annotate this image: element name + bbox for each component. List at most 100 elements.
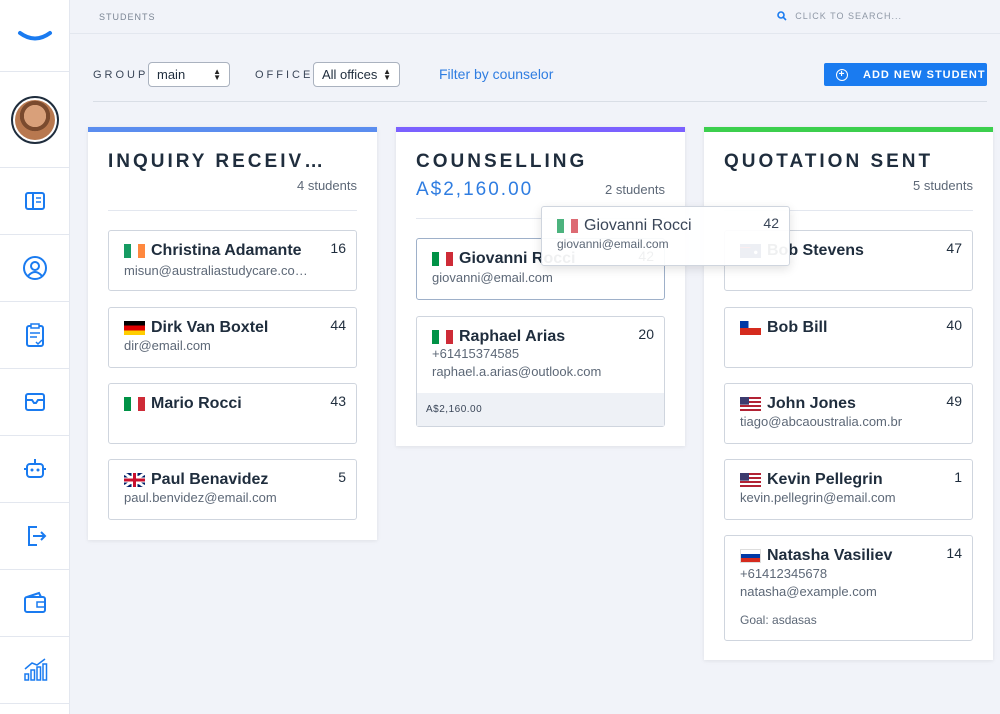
- student-number: 1: [954, 469, 962, 485]
- column-amount: A$2,160.00: [416, 179, 534, 200]
- office-select-value: All offices: [322, 67, 378, 82]
- plus-circle-icon: +: [836, 68, 848, 81]
- student-email: raphael.a.arias@outlook.com: [432, 364, 602, 379]
- clipboard-check-icon: [25, 323, 44, 347]
- student-name: Christina Adamante: [124, 242, 302, 260]
- column-divider: [108, 210, 357, 211]
- student-card[interactable]: Raphael Arias 20 +61415374585 raphael.a.…: [416, 316, 665, 427]
- wallet-icon: [23, 591, 46, 613]
- search-input[interactable]: CLICK TO SEARCH...: [795, 11, 902, 21]
- student-name: Natasha Vasiliev: [740, 547, 892, 565]
- column-color-bar: [704, 127, 993, 132]
- student-card[interactable]: Natasha Vasiliev 14 +61412345678 natasha…: [724, 535, 973, 641]
- student-card[interactable]: Kevin Pellegrin 1 kevin.pellegrin@email.…: [724, 459, 973, 520]
- russia-flag-icon: [740, 549, 761, 563]
- sidebar: [0, 0, 70, 714]
- column-title: COUNSELLING: [416, 151, 588, 172]
- add-new-student-label: ADD NEW STUDENT: [863, 68, 986, 81]
- student-number: 16: [330, 240, 346, 256]
- column-title: QUOTATION SENT: [724, 151, 934, 172]
- student-name: Mario Rocci: [124, 395, 242, 413]
- student-card[interactable]: Mario Rocci 43: [108, 383, 357, 444]
- filter-bar: GROUP main ▲ ▼ OFFICE All offices ▲ ▼ Filt…: [93, 62, 987, 88]
- column-count: 4 students: [297, 178, 357, 193]
- ireland-flag-icon: [124, 244, 145, 258]
- student-name: Bob Bill: [740, 319, 827, 337]
- student-goal: Goal: asdasas: [740, 613, 817, 627]
- student-card[interactable]: Christina Adamante 16 misun@australiastu…: [108, 230, 357, 291]
- student-email: natasha@example.com: [740, 584, 877, 599]
- column-counselling: COUNSELLING A$2,160.00 2 students Giovan…: [396, 127, 685, 446]
- italy-flag-icon: [124, 397, 145, 411]
- sidebar-item-reports[interactable]: [0, 637, 69, 704]
- student-phone: +61412345678: [740, 566, 828, 581]
- student-name: Giovanni Rocci: [557, 217, 692, 235]
- column-title: INQUIRY RECEIV…: [108, 151, 327, 172]
- student-number: 44: [330, 317, 346, 333]
- sidebar-item-book[interactable]: [0, 168, 69, 235]
- breadcrumb[interactable]: STUDENTS: [99, 12, 156, 22]
- book-icon: [24, 192, 45, 210]
- group-select[interactable]: main ▲ ▼: [148, 62, 230, 87]
- logout-icon: [27, 526, 46, 546]
- sidebar-item-contacts[interactable]: [0, 235, 69, 302]
- student-card[interactable]: Dirk Van Boxtel 44 dir@email.com: [108, 307, 357, 368]
- column-count: 2 students: [605, 182, 665, 197]
- bar-chart-icon: [23, 658, 47, 681]
- select-arrows-icon: ▲ ▼: [383, 66, 391, 82]
- column-count: 5 students: [913, 178, 973, 193]
- select-arrows-icon: ▲ ▼: [213, 66, 221, 82]
- student-email: kevin.pellegrin@email.com: [740, 490, 896, 505]
- dragged-student-card[interactable]: Giovanni Rocci 42 giovanni@email.com: [541, 206, 790, 266]
- student-card[interactable]: Bob Bill 40: [724, 307, 973, 368]
- student-name: Paul Benavidez: [124, 471, 268, 489]
- search-icon: [777, 11, 787, 21]
- column-color-bar: [88, 127, 377, 132]
- column-inquiry-received: INQUIRY RECEIV… 4 students Christina Ada…: [88, 127, 377, 540]
- usa-flag-icon: [740, 397, 761, 411]
- office-label: OFFICE: [255, 69, 314, 81]
- sidebar-item-inbox[interactable]: [0, 369, 69, 436]
- student-card[interactable]: John Jones 49 tiago@abcaoustralia.com.br: [724, 383, 973, 444]
- student-number: 49: [946, 393, 962, 409]
- sidebar-item-tasks[interactable]: [0, 302, 69, 369]
- student-number: 5: [338, 469, 346, 485]
- robot-icon: [23, 459, 46, 478]
- sidebar-item-wallet[interactable]: [0, 570, 69, 637]
- column-color-bar: [396, 127, 685, 132]
- student-name: Kevin Pellegrin: [740, 471, 883, 489]
- uk-flag-icon: [124, 473, 145, 487]
- student-number: 43: [330, 393, 346, 409]
- search-box[interactable]: CLICK TO SEARCH...: [777, 11, 902, 21]
- user-circle-icon: [22, 256, 47, 280]
- sidebar-item-logout[interactable]: [0, 503, 69, 570]
- filter-by-counselor-link[interactable]: Filter by counselor: [439, 66, 553, 82]
- sidebar-item-automation[interactable]: [0, 436, 69, 503]
- office-select[interactable]: All offices ▲ ▼: [313, 62, 400, 87]
- add-new-student-button[interactable]: + ADD NEW STUDENT: [824, 63, 987, 86]
- group-select-value: main: [157, 67, 186, 82]
- italy-flag-icon: [557, 219, 578, 233]
- germany-flag-icon: [124, 321, 145, 335]
- chile-flag-icon: [740, 321, 761, 335]
- usa-flag-icon: [740, 473, 761, 487]
- student-email: dir@email.com: [124, 338, 211, 353]
- italy-flag-icon: [432, 252, 453, 266]
- student-number: 20: [638, 326, 654, 342]
- student-number: 42: [763, 215, 779, 231]
- divider: [93, 101, 987, 102]
- student-email: giovanni@email.com: [432, 270, 553, 285]
- top-bar: STUDENTS CLICK TO SEARCH...: [70, 0, 1000, 34]
- logo[interactable]: [0, 0, 69, 72]
- student-name: Dirk Van Boxtel: [124, 319, 268, 337]
- student-name: Raphael Arias: [432, 328, 565, 346]
- student-number: 47: [946, 240, 962, 256]
- logo-smile-icon: [17, 30, 52, 40]
- avatar[interactable]: [10, 95, 59, 144]
- group-label: GROUP: [93, 69, 149, 81]
- student-card[interactable]: Paul Benavidez 5 paul.benvidez@email.com: [108, 459, 357, 520]
- student-email: paul.benvidez@email.com: [124, 490, 277, 505]
- italy-flag-icon: [432, 330, 453, 344]
- inbox-icon: [24, 393, 45, 411]
- student-email: misun@australiastudycare.co…: [124, 263, 308, 278]
